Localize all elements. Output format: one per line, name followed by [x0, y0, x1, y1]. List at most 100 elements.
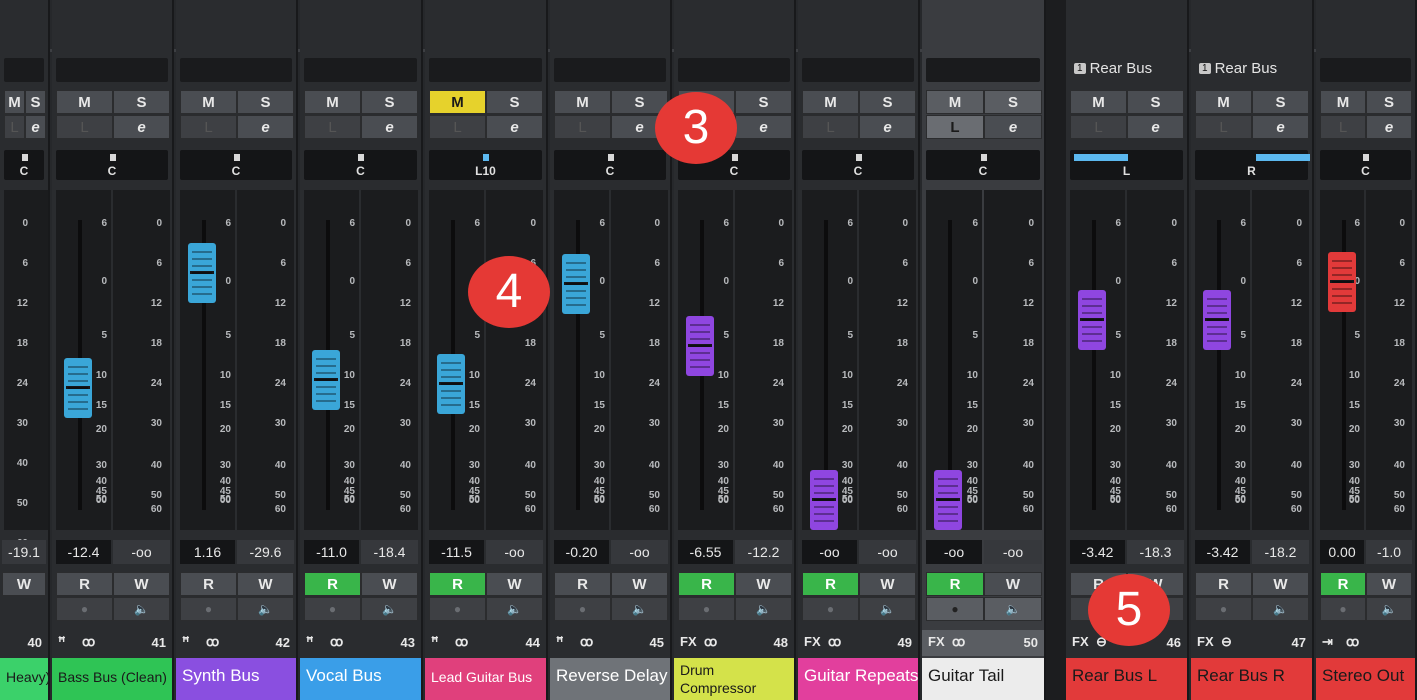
- record-enable-icon[interactable]: ●: [1195, 597, 1252, 621]
- write-automation-button[interactable]: W: [113, 572, 170, 596]
- volume-value[interactable]: -12.4: [56, 540, 111, 564]
- mute-button[interactable]: M: [4, 90, 25, 114]
- edit-channel-icon[interactable]: e: [113, 115, 170, 139]
- listen-button[interactable]: L: [1195, 115, 1252, 139]
- channel-name[interactable]: Rear Bus L: [1066, 658, 1187, 700]
- record-enable-icon[interactable]: ●: [802, 597, 859, 621]
- routing-label[interactable]: 1 Rear Bus: [1074, 60, 1152, 77]
- insert-slot[interactable]: [304, 58, 417, 82]
- pan-control[interactable]: L10: [429, 150, 542, 180]
- monitor-speaker-icon[interactable]: 🔈: [1252, 597, 1309, 621]
- pan-control[interactable]: C: [180, 150, 292, 180]
- pan-control[interactable]: C: [802, 150, 914, 180]
- write-automation-button[interactable]: W: [2, 572, 46, 596]
- mute-button[interactable]: M: [926, 90, 984, 114]
- link-icon[interactable]: ꝏ: [206, 634, 219, 650]
- monitor-speaker-icon[interactable]: 🔈: [237, 597, 294, 621]
- insert-slot[interactable]: [180, 58, 292, 82]
- edit-channel-icon[interactable]: e: [1127, 115, 1184, 139]
- solo-button[interactable]: S: [1366, 90, 1412, 114]
- mute-button[interactable]: M: [1070, 90, 1127, 114]
- link-icon[interactable]: ꝏ: [455, 634, 468, 650]
- write-automation-button[interactable]: W: [237, 572, 294, 596]
- channel-name[interactable]: Bass Bus (Clean): [52, 658, 172, 700]
- edit-channel-icon[interactable]: e: [237, 115, 294, 139]
- solo-button[interactable]: S: [984, 90, 1042, 114]
- record-enable-icon[interactable]: ●: [429, 597, 486, 621]
- read-automation-button[interactable]: R: [180, 572, 237, 596]
- read-automation-button[interactable]: R: [304, 572, 361, 596]
- record-enable-icon[interactable]: ●: [554, 597, 611, 621]
- solo-button[interactable]: S: [113, 90, 170, 114]
- pan-control[interactable]: C: [4, 150, 44, 180]
- volume-value[interactable]: -6.55: [678, 540, 733, 564]
- pan-control[interactable]: C: [1320, 150, 1411, 180]
- volume-fader-handle[interactable]: [934, 470, 962, 530]
- solo-button[interactable]: S: [735, 90, 792, 114]
- channel-strip[interactable]: MSLeC60510152030404550000612182430405060…: [52, 0, 174, 700]
- write-automation-button[interactable]: W: [984, 572, 1042, 596]
- insert-slot[interactable]: [802, 58, 914, 82]
- listen-button[interactable]: L: [926, 115, 984, 139]
- listen-button[interactable]: L: [56, 115, 113, 139]
- solo-button[interactable]: S: [1252, 90, 1309, 114]
- volume-value[interactable]: -oo: [926, 540, 982, 564]
- read-automation-button[interactable]: R: [802, 572, 859, 596]
- listen-button[interactable]: L: [802, 115, 859, 139]
- record-enable-icon[interactable]: ●: [926, 597, 984, 621]
- insert-slot[interactable]: [926, 58, 1040, 82]
- channel-strip[interactable]: MSLeC60510152030404550000612182430405060…: [1316, 0, 1417, 700]
- solo-button[interactable]: S: [1127, 90, 1184, 114]
- volume-fader-handle[interactable]: [64, 358, 92, 418]
- edit-channel-icon[interactable]: e: [361, 115, 418, 139]
- record-enable-icon[interactable]: ●: [304, 597, 361, 621]
- volume-value[interactable]: -11.5: [429, 540, 484, 564]
- pan-control[interactable]: C: [554, 150, 666, 180]
- mute-button[interactable]: M: [304, 90, 361, 114]
- monitor-speaker-icon[interactable]: 🔈: [611, 597, 668, 621]
- edit-channel-icon[interactable]: e: [984, 115, 1042, 139]
- solo-button[interactable]: S: [361, 90, 418, 114]
- channel-strip[interactable]: MSLeC0612182430405060-19.1W40Heavy): [0, 0, 50, 700]
- channel-name[interactable]: Guitar Tail: [922, 658, 1044, 700]
- volume-value[interactable]: -3.42: [1070, 540, 1125, 564]
- channel-name[interactable]: Synth Bus: [176, 658, 296, 700]
- mute-button[interactable]: M: [1320, 90, 1366, 114]
- pan-control[interactable]: C: [926, 150, 1040, 180]
- edit-channel-icon[interactable]: e: [486, 115, 543, 139]
- write-automation-button[interactable]: W: [735, 572, 792, 596]
- listen-button[interactable]: L: [4, 115, 25, 139]
- edit-channel-icon[interactable]: e: [859, 115, 916, 139]
- volume-fader-handle[interactable]: [312, 350, 340, 410]
- edit-channel-icon[interactable]: e: [1252, 115, 1309, 139]
- monitor-speaker-icon[interactable]: 🔈: [486, 597, 543, 621]
- volume-fader-handle[interactable]: [1203, 290, 1231, 350]
- pan-control[interactable]: L: [1070, 150, 1183, 180]
- link-icon[interactable]: ꝏ: [952, 634, 965, 650]
- record-enable-icon[interactable]: ●: [56, 597, 113, 621]
- link-icon[interactable]: ꝏ: [704, 634, 717, 650]
- channel-name[interactable]: Drum Compressor: [674, 658, 794, 700]
- mute-button[interactable]: M: [802, 90, 859, 114]
- pan-control[interactable]: C: [304, 150, 417, 180]
- channel-strip[interactable]: MSLeL10605101520304045500006121824304050…: [425, 0, 548, 700]
- channel-strip[interactable]: MSLeC60510152030404550000612182430405060…: [176, 0, 298, 700]
- mute-button[interactable]: M: [56, 90, 113, 114]
- write-automation-button[interactable]: W: [1252, 572, 1309, 596]
- monitor-speaker-icon[interactable]: 🔈: [859, 597, 916, 621]
- channel-strip[interactable]: MSLeC60510152030404550000612182430405060…: [300, 0, 423, 700]
- insert-slot[interactable]: [554, 58, 666, 82]
- write-automation-button[interactable]: W: [859, 572, 916, 596]
- insert-slot[interactable]: [56, 58, 168, 82]
- link-icon[interactable]: ꝏ: [82, 634, 95, 650]
- channel-strip[interactable]: MSLeC60510152030404550000612182430405060…: [922, 0, 1046, 700]
- channel-strip[interactable]: MSLeC60510152030404550000612182430405060…: [798, 0, 920, 700]
- mute-button[interactable]: M: [554, 90, 611, 114]
- write-automation-button[interactable]: W: [486, 572, 543, 596]
- insert-slot[interactable]: [678, 58, 790, 82]
- pan-control[interactable]: C: [56, 150, 168, 180]
- monitor-speaker-icon[interactable]: 🔈: [361, 597, 418, 621]
- monitor-speaker-icon[interactable]: 🔈: [1366, 597, 1412, 621]
- listen-button[interactable]: L: [1320, 115, 1366, 139]
- write-automation-button[interactable]: W: [361, 572, 418, 596]
